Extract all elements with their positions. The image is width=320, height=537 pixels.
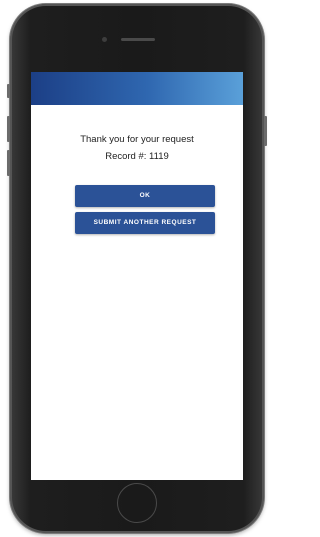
thanks-message: Thank you for your request <box>80 134 194 145</box>
phone-frame: Thank you for your request Record #: 111… <box>7 4 267 533</box>
power-button <box>264 116 267 146</box>
app-header <box>31 72 243 105</box>
volume-up-button <box>7 116 10 142</box>
volume-down-button <box>7 150 10 176</box>
ok-button[interactable]: OK <box>75 185 215 207</box>
home-button-icon[interactable] <box>117 483 157 523</box>
mute-switch <box>7 84 10 98</box>
speaker-icon <box>121 38 155 41</box>
phone-screen: Thank you for your request Record #: 111… <box>31 72 243 480</box>
record-number: Record #: 1119 <box>105 151 169 162</box>
camera-icon <box>102 37 107 42</box>
stage: Thank you for your request Record #: 111… <box>0 0 274 537</box>
submit-another-request-button[interactable]: SUBMIT ANOTHER REQUEST <box>75 212 215 234</box>
